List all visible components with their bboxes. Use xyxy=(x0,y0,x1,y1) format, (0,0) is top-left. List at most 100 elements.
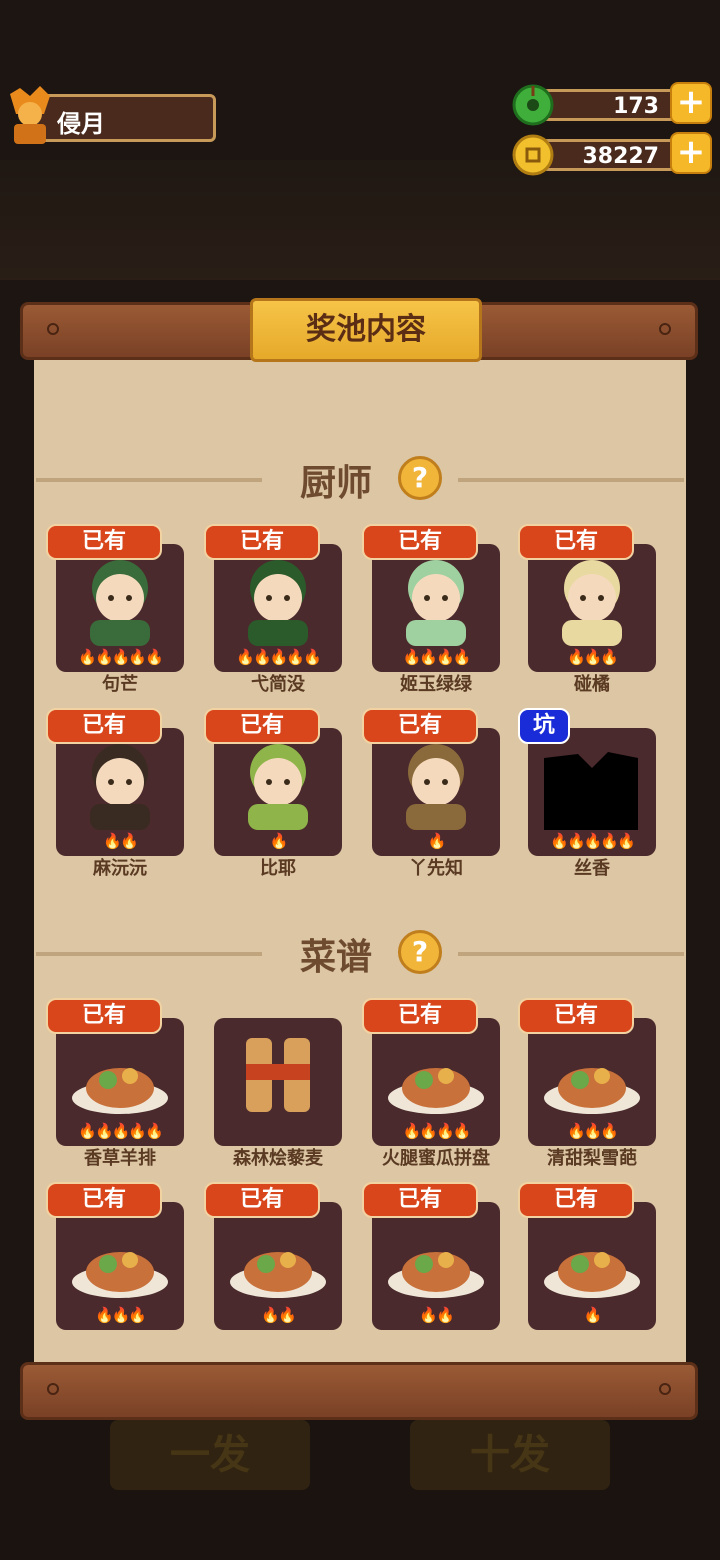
owned-badge: 已有 xyxy=(46,1182,162,1218)
recipe-name: 清甜梨雪葩 xyxy=(547,1148,637,1169)
rarity-flames: 🔥🔥🔥🔥 xyxy=(402,1122,472,1140)
chef-card[interactable]: 🔥🔥🔥🔥🔥 已有句芒 xyxy=(46,524,184,695)
rarity-flames: 🔥🔥🔥🔥🔥 xyxy=(550,832,635,850)
recipe-portrait xyxy=(382,1212,490,1304)
divider xyxy=(458,952,684,956)
rarity-flames: 🔥 xyxy=(583,1306,603,1324)
chef-name: 比耶 xyxy=(260,858,296,879)
jade-value: 173 xyxy=(613,94,659,119)
chef-portrait xyxy=(66,738,174,830)
chef-portrait xyxy=(538,554,646,646)
rarity-flames: 🔥🔥 xyxy=(261,1306,296,1324)
chef-portrait xyxy=(538,738,646,830)
owned-badge: 已有 xyxy=(362,708,478,744)
recipe-portrait xyxy=(224,1212,332,1304)
chef-card[interactable]: 🔥🔥🔥 已有碰橘 xyxy=(518,524,656,695)
chef-card[interactable]: 🔥🔥🔥🔥🔥 坑丝香 xyxy=(518,708,656,879)
chef-name: 丝香 xyxy=(574,858,610,879)
chef-name: 姬玉绿绿 xyxy=(400,674,472,695)
chef-name: 碰橘 xyxy=(574,674,610,695)
nail-icon xyxy=(659,323,671,335)
rarity-flames: 🔥🔥 xyxy=(103,832,138,850)
owned-badge: 已有 xyxy=(518,524,634,560)
player-avatar-icon[interactable] xyxy=(4,84,56,146)
recipe-card[interactable]: 森林烩藜麦 xyxy=(204,998,342,1169)
chef-card[interactable]: 🔥🔥🔥🔥 已有 姬玉绿绿 xyxy=(362,524,500,695)
recipe-portrait xyxy=(538,1212,646,1304)
owned-badge: 已有 xyxy=(204,708,320,744)
background-bottom xyxy=(0,1420,720,1560)
owned-badge: 已有 xyxy=(362,1182,478,1218)
recipe-help-icon[interactable]: ? xyxy=(398,930,442,974)
owned-badge: 已有 xyxy=(46,998,162,1034)
chef-name: 麻沅沅 xyxy=(93,858,147,879)
nail-icon xyxy=(659,1383,671,1395)
recipe-card[interactable]: 🔥🔥🔥 已有 清甜梨雪葩 xyxy=(518,998,656,1169)
chef-portrait xyxy=(382,554,490,646)
chef-section-title: 厨师 xyxy=(300,463,373,504)
nail-icon xyxy=(47,323,59,335)
divider xyxy=(36,478,262,482)
chef-card[interactable]: 🔥 已有丫先知 xyxy=(362,708,500,879)
add-coin-button[interactable]: + xyxy=(670,132,712,174)
recipe-portrait xyxy=(382,1028,490,1120)
rarity-flames: 🔥🔥🔥🔥 xyxy=(402,648,472,666)
chef-name: 弋简没 xyxy=(251,674,305,695)
recipe-section-title: 菜谱 xyxy=(300,937,373,978)
player-name: 侵月 xyxy=(57,110,105,138)
recipe-portrait xyxy=(66,1028,174,1120)
divider xyxy=(36,952,262,956)
chef-name: 丫先知 xyxy=(409,858,463,879)
jade-icon xyxy=(512,84,554,126)
rarity-flames: 🔥🔥🔥 xyxy=(566,1122,619,1140)
coin-currency: 38227 + xyxy=(512,132,712,176)
divider xyxy=(458,478,684,482)
recipe-card[interactable]: 🔥🔥🔥 已有 xyxy=(46,1182,184,1332)
recipe-card[interactable]: 🔥🔥🔥🔥🔥 已有香草羊排 xyxy=(46,998,184,1169)
rarity-flames: 🔥🔥🔥 xyxy=(566,648,619,666)
rarity-flames: 🔥🔥🔥🔥🔥 xyxy=(236,648,321,666)
chef-section-header: 厨师 ? xyxy=(34,454,686,504)
recipe-card[interactable]: 🔥🔥 已有 xyxy=(204,1182,342,1332)
jade-currency: 173 + xyxy=(512,82,712,126)
recipe-card[interactable]: 🔥 已有 xyxy=(518,1182,656,1332)
recipe-portrait xyxy=(66,1212,174,1304)
chef-portrait xyxy=(224,554,332,646)
chef-portrait xyxy=(224,738,332,830)
panel-title: 奖池内容 xyxy=(250,298,482,362)
coin-icon xyxy=(512,134,554,176)
chef-help-icon[interactable]: ? xyxy=(398,456,442,500)
owned-badge: 已有 xyxy=(46,708,162,744)
coin-value: 38227 xyxy=(582,144,659,169)
rarity-flames: 🔥 xyxy=(269,832,289,850)
panel-bottom-rail xyxy=(20,1362,698,1420)
recipe-name: 香草羊排 xyxy=(84,1148,156,1169)
rarity-flames: 🔥🔥 xyxy=(419,1306,454,1324)
chef-card[interactable]: 🔥🔥 已有麻沅沅 xyxy=(46,708,184,879)
recipe-portrait xyxy=(224,1028,332,1120)
owned-badge: 已有 xyxy=(518,1182,634,1218)
rarity-flames: 🔥 xyxy=(427,832,447,850)
owned-badge: 已有 xyxy=(204,524,320,560)
recipe-name: 火腿蜜瓜拼盘 xyxy=(382,1148,490,1169)
single-draw-button-bg: 一发 xyxy=(110,1420,310,1490)
chef-portrait xyxy=(66,554,174,646)
chef-card[interactable]: 🔥 已有比耶 xyxy=(204,708,342,879)
background-banner xyxy=(0,160,720,280)
rarity-flames: 🔥🔥🔥 xyxy=(94,1306,147,1324)
ten-draw-button-bg: 十发 xyxy=(410,1420,610,1490)
chef-card[interactable]: 🔥🔥🔥🔥🔥 已有弋简没 xyxy=(204,524,342,695)
player-name-box[interactable]: 侵月 xyxy=(34,94,216,142)
rarity-flames: 🔥🔥🔥🔥🔥 xyxy=(78,1122,163,1140)
recipe-section-header: 菜谱 ? xyxy=(34,928,686,978)
add-jade-button[interactable]: + xyxy=(670,82,712,124)
owned-badge: 已有 xyxy=(46,524,162,560)
rarity-flames: 🔥🔥🔥🔥🔥 xyxy=(78,648,163,666)
recipe-card[interactable]: 🔥🔥 已有 xyxy=(362,1182,500,1332)
recipe-name: 森林烩藜麦 xyxy=(233,1148,323,1169)
recipe-card[interactable]: 🔥🔥🔥🔥 已有 火腿蜜瓜拼盘 xyxy=(362,998,500,1169)
chef-name: 句芒 xyxy=(102,674,138,695)
owned-badge: 坑 xyxy=(518,708,570,744)
nail-icon xyxy=(47,1383,59,1395)
chef-portrait xyxy=(382,738,490,830)
